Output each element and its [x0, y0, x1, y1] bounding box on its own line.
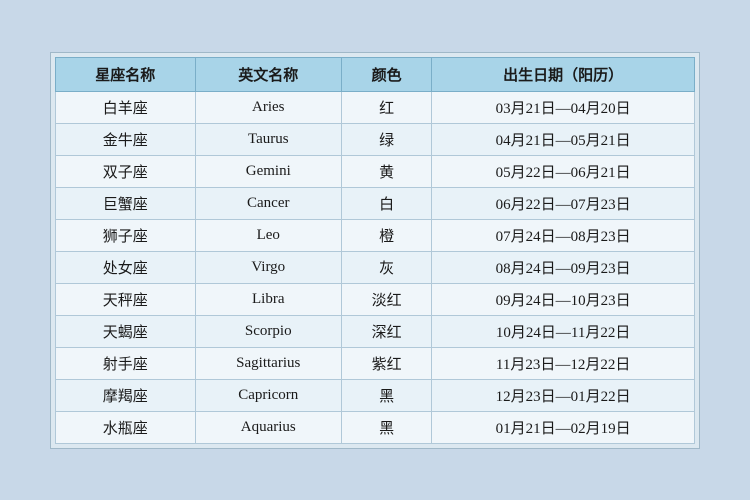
table-row: 水瓶座Aquarius黑01月21日—02月19日: [56, 411, 695, 443]
cell-dates: 09月24日—10月23日: [432, 283, 695, 315]
cell-dates: 11月23日—12月22日: [432, 347, 695, 379]
cell-color: 橙: [341, 219, 431, 251]
header-dates: 出生日期（阳历）: [432, 57, 695, 91]
cell-dates: 10月24日—11月22日: [432, 315, 695, 347]
cell-chinese-name: 狮子座: [56, 219, 196, 251]
cell-english-name: Sagittarius: [195, 347, 341, 379]
cell-english-name: Aquarius: [195, 411, 341, 443]
cell-color: 黑: [341, 411, 431, 443]
cell-chinese-name: 处女座: [56, 251, 196, 283]
cell-dates: 07月24日—08月23日: [432, 219, 695, 251]
cell-english-name: Virgo: [195, 251, 341, 283]
cell-chinese-name: 摩羯座: [56, 379, 196, 411]
header-color: 颜色: [341, 57, 431, 91]
zodiac-table: 星座名称 英文名称 颜色 出生日期（阳历） 白羊座Aries红03月21日—04…: [55, 57, 695, 444]
cell-english-name: Taurus: [195, 123, 341, 155]
table-row: 金牛座Taurus绿04月21日—05月21日: [56, 123, 695, 155]
cell-dates: 01月21日—02月19日: [432, 411, 695, 443]
cell-english-name: Libra: [195, 283, 341, 315]
cell-dates: 03月21日—04月20日: [432, 91, 695, 123]
cell-english-name: Leo: [195, 219, 341, 251]
cell-dates: 06月22日—07月23日: [432, 187, 695, 219]
cell-color: 黑: [341, 379, 431, 411]
table-row: 双子座Gemini黄05月22日—06月21日: [56, 155, 695, 187]
cell-english-name: Scorpio: [195, 315, 341, 347]
cell-dates: 08月24日—09月23日: [432, 251, 695, 283]
cell-color: 深红: [341, 315, 431, 347]
cell-color: 白: [341, 187, 431, 219]
cell-dates: 04月21日—05月21日: [432, 123, 695, 155]
table-row: 处女座Virgo灰08月24日—09月23日: [56, 251, 695, 283]
cell-english-name: Aries: [195, 91, 341, 123]
cell-english-name: Gemini: [195, 155, 341, 187]
cell-color: 淡红: [341, 283, 431, 315]
cell-dates: 12月23日—01月22日: [432, 379, 695, 411]
table-row: 射手座Sagittarius紫红11月23日—12月22日: [56, 347, 695, 379]
cell-english-name: Cancer: [195, 187, 341, 219]
cell-chinese-name: 金牛座: [56, 123, 196, 155]
cell-english-name: Capricorn: [195, 379, 341, 411]
table-row: 白羊座Aries红03月21日—04月20日: [56, 91, 695, 123]
header-english-name: 英文名称: [195, 57, 341, 91]
table-row: 天秤座Libra淡红09月24日—10月23日: [56, 283, 695, 315]
table-row: 天蝎座Scorpio深红10月24日—11月22日: [56, 315, 695, 347]
header-chinese-name: 星座名称: [56, 57, 196, 91]
cell-color: 灰: [341, 251, 431, 283]
table-body: 白羊座Aries红03月21日—04月20日金牛座Taurus绿04月21日—0…: [56, 91, 695, 443]
cell-chinese-name: 双子座: [56, 155, 196, 187]
zodiac-table-container: 星座名称 英文名称 颜色 出生日期（阳历） 白羊座Aries红03月21日—04…: [50, 52, 700, 449]
cell-chinese-name: 天秤座: [56, 283, 196, 315]
table-row: 狮子座Leo橙07月24日—08月23日: [56, 219, 695, 251]
cell-color: 绿: [341, 123, 431, 155]
table-row: 巨蟹座Cancer白06月22日—07月23日: [56, 187, 695, 219]
cell-chinese-name: 天蝎座: [56, 315, 196, 347]
cell-chinese-name: 白羊座: [56, 91, 196, 123]
cell-chinese-name: 巨蟹座: [56, 187, 196, 219]
cell-color: 红: [341, 91, 431, 123]
cell-chinese-name: 射手座: [56, 347, 196, 379]
cell-color: 黄: [341, 155, 431, 187]
cell-color: 紫红: [341, 347, 431, 379]
cell-chinese-name: 水瓶座: [56, 411, 196, 443]
table-header-row: 星座名称 英文名称 颜色 出生日期（阳历）: [56, 57, 695, 91]
cell-dates: 05月22日—06月21日: [432, 155, 695, 187]
table-row: 摩羯座Capricorn黑12月23日—01月22日: [56, 379, 695, 411]
